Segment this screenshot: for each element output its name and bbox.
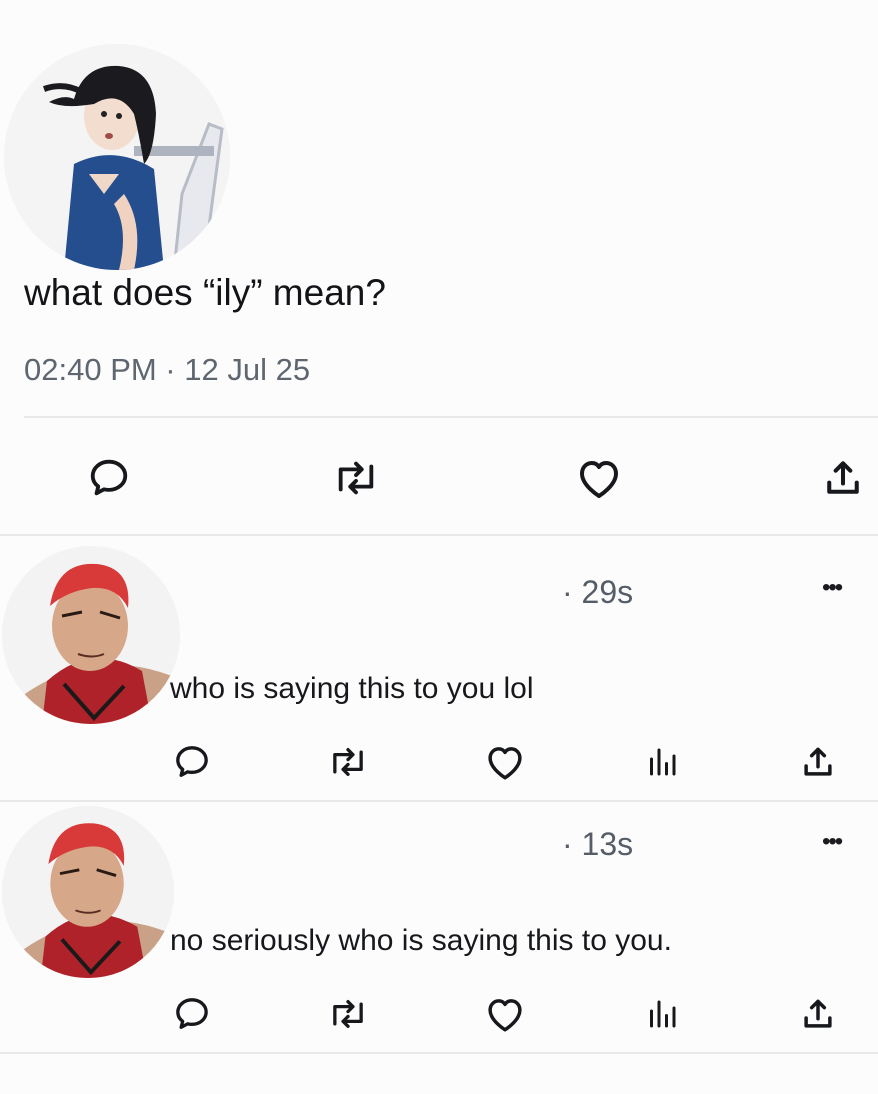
reply-age: · 29s <box>562 574 634 610</box>
reply-icon <box>176 746 208 777</box>
views-button[interactable] <box>640 740 684 784</box>
repost-button[interactable] <box>328 453 384 503</box>
like-icon <box>580 461 618 498</box>
red-hair-player-avatar <box>2 806 174 978</box>
post-divider-bottom <box>0 534 878 536</box>
post-text: what does “ily” mean? <box>24 272 386 313</box>
reply-text: who is saying this to you lol <box>170 672 534 705</box>
post-divider-top <box>24 416 878 418</box>
more-options-button[interactable]: ••• <box>822 576 843 600</box>
thread-bottom-divider <box>0 1052 878 1054</box>
girl-avatar-image <box>4 44 230 270</box>
reply-button[interactable] <box>84 453 134 503</box>
share-icon <box>804 747 832 776</box>
reply-text: no seriously who is saying this to you. <box>170 924 672 957</box>
views-icon <box>650 748 676 776</box>
repost-icon <box>333 1000 363 1028</box>
reply-button[interactable] <box>170 740 214 784</box>
reply-icon <box>90 459 128 496</box>
like-icon <box>488 747 522 780</box>
repost-icon <box>338 461 374 495</box>
share-button[interactable] <box>796 740 840 784</box>
views-button[interactable] <box>640 992 684 1036</box>
repost-icon <box>333 748 363 776</box>
post-timestamp: 02:40 PM · 12 Jul 25 <box>24 352 311 387</box>
like-button[interactable] <box>482 740 528 784</box>
reply-avatar[interactable] <box>2 806 174 978</box>
repost-button[interactable] <box>324 740 372 784</box>
reply-avatar[interactable] <box>2 546 180 724</box>
repost-button[interactable] <box>324 992 372 1036</box>
share-button[interactable] <box>818 453 868 503</box>
more-options-button[interactable]: ••• <box>822 830 843 854</box>
share-button[interactable] <box>796 992 840 1036</box>
like-icon <box>488 999 522 1032</box>
reply-icon <box>176 998 208 1029</box>
reply-button[interactable] <box>170 992 214 1036</box>
like-button[interactable] <box>482 992 528 1036</box>
like-button[interactable] <box>574 453 624 503</box>
author-avatar[interactable] <box>4 44 230 270</box>
share-icon <box>804 999 832 1028</box>
reply-divider <box>0 800 878 802</box>
red-hair-player-avatar <box>2 546 180 724</box>
reply-age: · 13s <box>562 826 634 862</box>
views-icon <box>650 1000 676 1028</box>
share-icon <box>827 461 859 494</box>
